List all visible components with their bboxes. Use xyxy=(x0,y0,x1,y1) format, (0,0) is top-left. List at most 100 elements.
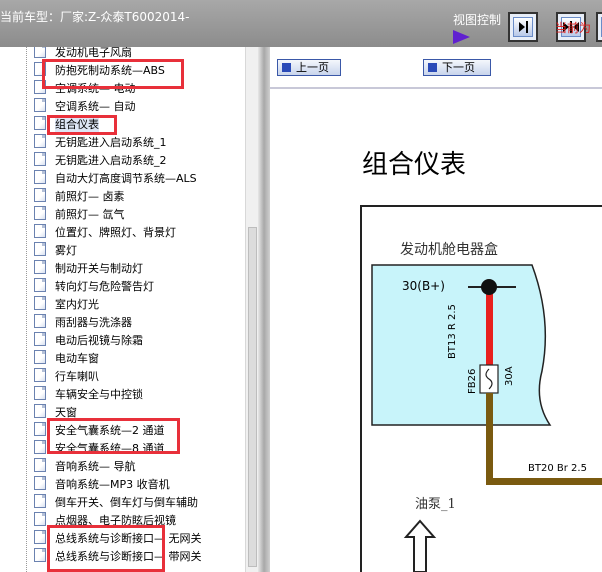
tree-item-label: 室内灯光 xyxy=(55,298,99,311)
next-arrow-icon xyxy=(428,63,437,72)
tree-item-label: 雾灯 xyxy=(55,244,77,257)
tree-item-label: 音响系统— 导航 xyxy=(55,460,136,473)
electrical-box-shape xyxy=(371,264,552,426)
document-icon xyxy=(34,332,46,346)
collapse-right-button[interactable] xyxy=(596,12,602,42)
prev-page-button[interactable]: 上一页 xyxy=(277,59,341,76)
tree-item[interactable]: 音响系统— 导航 xyxy=(0,456,245,474)
tree-item[interactable]: 转向灯与危险警告灯 xyxy=(0,276,245,294)
document-icon xyxy=(34,47,46,58)
car-model-label: 当前车型：厂家:Z-众泰T6002014- xyxy=(0,10,190,24)
document-icon xyxy=(34,530,46,544)
next-page-label: 下一页 xyxy=(442,61,475,74)
tree-item[interactable]: 空调系统— 自动 xyxy=(0,96,245,114)
tree-item-label: 转向灯与危险警告灯 xyxy=(55,280,154,293)
document-icon xyxy=(34,548,46,562)
document-icon xyxy=(34,476,46,490)
highlight-airbag xyxy=(47,418,180,454)
tree-item-label: 音响系统—MP3 收音机 xyxy=(55,478,170,491)
tree-item-label: 无钥匙进入启动系统_2 xyxy=(55,154,167,167)
panel-divider[interactable] xyxy=(258,47,270,572)
tree-item[interactable]: 前照灯— 卤素 xyxy=(0,186,245,204)
wire2-label: BT20 Br 2.5 xyxy=(528,463,587,474)
panel-right-arrow-icon xyxy=(519,21,528,33)
highlight-abs xyxy=(42,59,184,89)
document-icon xyxy=(34,134,46,148)
prev-page-label: 上一页 xyxy=(296,61,329,74)
document-icon xyxy=(34,206,46,220)
brown-wire-vertical xyxy=(486,393,493,485)
document-icon xyxy=(34,98,46,112)
document-icon xyxy=(34,188,46,202)
collapse-left-button[interactable] xyxy=(508,12,538,42)
tree-item-label: 电动车窗 xyxy=(55,352,99,365)
scrollbar-thumb[interactable] xyxy=(248,227,257,567)
tree-item-label: 电动后视镜与除霜 xyxy=(55,334,143,347)
tree-item-label: 制动开关与制动灯 xyxy=(55,262,143,275)
box-label: 发动机舱电器盒 xyxy=(400,242,498,258)
document-icon xyxy=(34,260,46,274)
tree-item-label: 前照灯— 氙气 xyxy=(55,208,125,221)
document-icon xyxy=(34,368,46,382)
tree-item[interactable]: 雾灯 xyxy=(0,240,245,258)
document-icon xyxy=(34,404,46,418)
tree-item-label: 前照灯— 卤素 xyxy=(55,190,125,203)
pump-arrow xyxy=(403,519,437,572)
tree-item[interactable]: 雨刮器与洗涤器 xyxy=(0,312,245,330)
highlight-combination-meter xyxy=(47,115,117,135)
document-icon xyxy=(34,314,46,328)
tree-item[interactable]: 音响系统—MP3 收音机 xyxy=(0,474,245,492)
document-view: 组合仪表 发动机舱电器盒 30(B+) BT13 R 2.5 FB26 30A … xyxy=(270,89,602,572)
pump-label: 油泵_1 xyxy=(415,497,456,512)
tree-item[interactable]: 组合仪表 xyxy=(0,114,245,132)
prev-arrow-icon xyxy=(282,63,291,72)
tree-item[interactable]: 车辆安全与中控锁 xyxy=(0,384,245,402)
document-icon xyxy=(34,350,46,364)
tree-item-label: 车辆安全与中控锁 xyxy=(55,388,143,401)
terminal-label: 30(B+) xyxy=(402,279,445,293)
tree-item[interactable]: 位置灯、牌照灯、背景灯 xyxy=(0,222,245,240)
document-icon xyxy=(34,494,46,508)
tree-item[interactable]: 自动大灯高度调节系统—ALS xyxy=(0,168,245,186)
tree-item[interactable]: 电动车窗 xyxy=(0,348,245,366)
fuse-rating-label: 30A xyxy=(504,366,515,386)
document-icon xyxy=(34,422,46,436)
tree-item[interactable]: 无钥匙进入启动系统_1 xyxy=(0,132,245,150)
tree-item-label: 雨刮器与洗涤器 xyxy=(55,316,132,329)
document-icon xyxy=(34,278,46,292)
tree-item[interactable]: 室内灯光 xyxy=(0,294,245,312)
tree-scrollbar[interactable] xyxy=(245,47,259,572)
document-icon xyxy=(34,458,46,472)
tree-item[interactable]: 制动开关与制动灯 xyxy=(0,258,245,276)
tree-item[interactable]: 倒车开关、倒车灯与倒车辅助 xyxy=(0,492,245,510)
document-toolbar: 上一页 下一页 xyxy=(270,47,602,89)
document-icon xyxy=(34,116,46,130)
document-icon xyxy=(34,386,46,400)
top-bar: 当前车型：厂家:Z-众泰T6002014- 视图控制 xyxy=(0,0,602,47)
tree-item-label: 自动大灯高度调节系统—ALS xyxy=(55,172,197,185)
highlight-bus-system xyxy=(47,525,165,572)
red-wire xyxy=(486,287,493,375)
document-icon xyxy=(34,296,46,310)
next-page-button[interactable]: 下一页 xyxy=(423,59,491,76)
brown-wire-horizontal xyxy=(486,478,602,485)
tree-item[interactable]: 前照灯— 氙气 xyxy=(0,204,245,222)
tree-item[interactable]: 无钥匙进入启动系统_2 xyxy=(0,150,245,168)
system-tree: 发动机电子风扇 防抱死制动系统—ABS 空调系统— 电动 空调系统— 自动 组合仪表 无钥… xyxy=(0,47,258,572)
tree-item-label: 空调系统— 自动 xyxy=(55,100,136,113)
wire1-label: BT13 R 2.5 xyxy=(447,304,458,359)
tree-item-label: 位置灯、牌照灯、背景灯 xyxy=(55,226,176,239)
tree-item-label: 倒车开关、倒车灯与倒车辅助 xyxy=(55,496,198,509)
terminal-dot xyxy=(481,279,497,295)
document-icon xyxy=(34,152,46,166)
document-icon xyxy=(34,440,46,454)
fuse-label: FB26 xyxy=(467,368,478,394)
tree-item[interactable]: 电动后视镜与除霜 xyxy=(0,330,245,348)
current-page-label: 当前为 xyxy=(555,21,592,35)
view-control-label: 视图控制 xyxy=(453,13,502,27)
document-icon xyxy=(34,512,46,526)
tree-item[interactable]: 行车喇叭 xyxy=(0,366,245,384)
play-arrow-icon[interactable] xyxy=(453,30,470,44)
document-icon xyxy=(34,170,46,184)
tree-item-label: 行车喇叭 xyxy=(55,370,99,383)
